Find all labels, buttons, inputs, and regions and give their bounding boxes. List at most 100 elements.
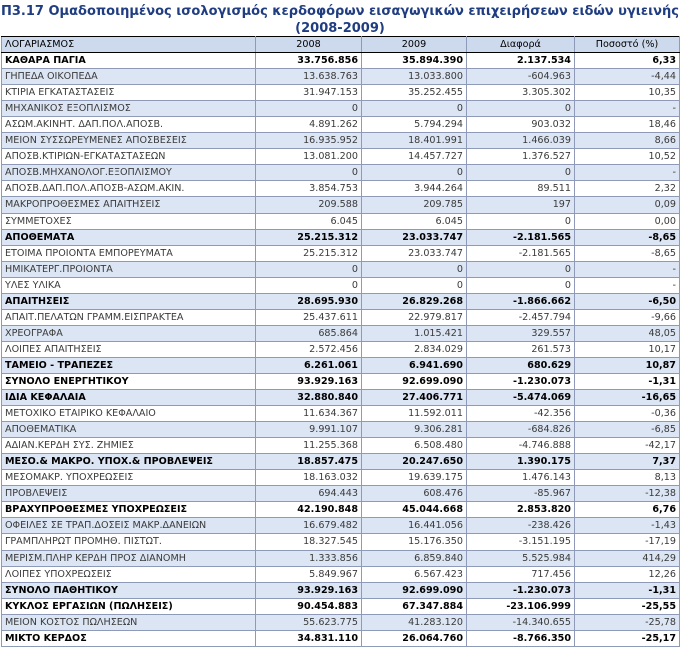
percentage-cell: 48,05	[574, 324, 680, 342]
table-row: ΗΜΙΚΑΤΕΡΓ.ΠΡΟΙΟΝΤΑ 0 0 0-	[1, 260, 680, 278]
value-2008-cell: 6.045	[255, 212, 362, 230]
percentage-cell: -9,66	[574, 308, 680, 326]
account-cell: ΑΠΑΙΤΗΣΕΙΣ	[1, 292, 256, 310]
account-cell: ΒΡΑΧΥΠΡΟΘΕΣΜΕΣ ΥΠΟΧΡΕΩΣΕΙΣ	[1, 501, 256, 519]
value-2008-cell: 16.935.952	[255, 132, 362, 150]
account-cell: ΛΟΙΠΕΣ ΑΠΑΙΤΗΣΕΙΣ	[1, 340, 256, 358]
value-2009-cell: 41.283.120	[361, 613, 467, 631]
account-cell: ΓΡΑΜΠΛΗΡΩΤ ΠΡΟΜΗΘ. ΠΙΣΤΩΤ.	[1, 533, 256, 551]
value-2008-cell: 34.831.110	[255, 629, 362, 647]
difference-cell: 0	[466, 276, 575, 294]
percentage-cell: -25,17	[574, 629, 680, 647]
percentage-cell: -25,55	[574, 597, 680, 615]
value-2008-cell: 28.695.930	[255, 292, 362, 310]
value-2009-cell: 19.639.175	[361, 469, 467, 487]
value-2008-cell: 55.623.775	[255, 613, 362, 631]
value-2009-cell: 23.033.747	[361, 244, 467, 262]
value-2008-cell: 4.891.262	[255, 116, 362, 134]
value-2008-cell: 16.679.482	[255, 517, 362, 535]
percentage-cell: -	[574, 276, 680, 294]
percentage-cell: 12,26	[574, 565, 680, 583]
table-row: ΜΕΙΟΝ ΣΥΣΣΩΡΕΥΜΕΝΕΣ ΑΠΟΣΒΕΣΕΙΣ 16.935.952…	[1, 132, 680, 150]
value-2008-cell: 685.864	[255, 324, 362, 342]
table-row: ΑΠΑΙΤ.ΠΕΛΑΤΩΝ ΓΡΑΜΜ.ΕΙΣΠΡΑΚΤΕΑ 25.437.611…	[1, 308, 680, 326]
value-2008-cell: 18.163.032	[255, 469, 362, 487]
value-2008-cell: 33.756.856	[255, 52, 362, 70]
value-2008-cell: 0	[255, 276, 362, 294]
value-2008-cell: 0	[255, 100, 362, 118]
table-row: ΜΕΣΟΜΑΚΡ. ΥΠΟΧΡΕΩΣΕΙΣ 18.163.032 19.639.17…	[1, 469, 680, 487]
percentage-cell: 6,33	[574, 52, 680, 70]
value-2009-cell: 6.508.480	[361, 437, 467, 455]
percentage-cell: -8,65	[574, 244, 680, 262]
table-row: ΑΠΑΙΤΗΣΕΙΣ 28.695.930 26.829.268 -1.866.662…	[1, 292, 680, 310]
percentage-cell: 414,29	[574, 549, 680, 567]
table-row: ΑΔΙΑΝ.ΚΕΡΔΗ ΣΥΣ. ΖΗΜΙΕΣ 11.255.368 6.508.4…	[1, 437, 680, 455]
percentage-cell: -	[574, 100, 680, 118]
difference-cell: -604.963	[466, 68, 575, 86]
table-row: ΟΦΕΙΛΕΣ ΣΕ ΤΡΑΠ.ΔΟΣΕΙΣ ΜΑΚΡ.ΔΑΝΕΙΩΝ 16.67…	[1, 517, 680, 535]
value-2008-cell: 1.333.856	[255, 549, 362, 567]
value-2009-cell: 9.306.281	[361, 421, 467, 439]
account-cell: ΥΛΕΣ ΥΛΙΚΑ	[1, 276, 256, 294]
header-row: ΛΟΓΑΡΙΑΣΜΟΣ 2008 2009 Διαφορά Ποσοστό (%…	[1, 35, 680, 54]
value-2009-cell: 20.247.650	[361, 453, 467, 471]
value-2008-cell: 18.857.475	[255, 453, 362, 471]
table-row: ΑΠΟΘΕΜΑΤΑ 25.215.312 23.033.747 -2.181.565-…	[1, 228, 680, 246]
difference-cell: -8.766.350	[466, 629, 575, 647]
account-cell: ΑΣΩΜ.ΑΚΙΝΗΤ. ΔΑΠ.ΠΟΛ.ΑΠΟΣΒ.	[1, 116, 256, 134]
account-cell: ΚΑΘΑΡΑ ΠΑΓΙΑ	[1, 52, 256, 70]
difference-cell: -85.967	[466, 485, 575, 503]
difference-cell: 5.525.984	[466, 549, 575, 567]
account-cell: ΑΔΙΑΝ.ΚΕΡΔΗ ΣΥΣ. ΖΗΜΙΕΣ	[1, 437, 256, 455]
difference-cell: 903.032	[466, 116, 575, 134]
table-row: ΜΕΡΙΣΜ.ΠΛΗΡ ΚΕΡΔΗ ΠΡΟΣ ΔΙΑΝΟΜΗ 1.333.856 6…	[1, 549, 680, 567]
percentage-cell: -4,44	[574, 68, 680, 86]
header-percentage: Ποσοστό (%)	[574, 35, 680, 54]
percentage-cell: 8,66	[574, 132, 680, 150]
table-body: ΚΑΘΑΡΑ ΠΑΓΙΑ 33.756.856 35.894.390 2.137.53…	[1, 52, 680, 647]
value-2009-cell: 6.859.840	[361, 549, 467, 567]
value-2009-cell: 27.406.771	[361, 389, 467, 407]
difference-cell: -1.866.662	[466, 292, 575, 310]
value-2009-cell: 26.829.268	[361, 292, 467, 310]
account-cell: ΑΠΑΙΤ.ΠΕΛΑΤΩΝ ΓΡΑΜΜ.ΕΙΣΠΡΑΚΤΕΑ	[1, 308, 256, 326]
table-row: ΕΤΟΙΜΑ ΠΡΟΙΟΝΤΑ ΕΜΠΟΡΕΥΜΑΤΑ 25.215.312 23.…	[1, 244, 680, 262]
account-cell: ΑΠΟΣΒ.ΔΑΠ.ΠΟΛ.ΑΠΟΣΒ-ΑΣΩΜ.ΑΚΙΝ.	[1, 180, 256, 198]
account-cell: ΜΕΤΟΧΙΚΟ ΕΤΑΙΡΙΚΟ ΚΕΦΑΛΑΙΟ	[1, 405, 256, 423]
value-2009-cell: 6.045	[361, 212, 467, 230]
difference-cell: 1.466.039	[466, 132, 575, 150]
difference-cell: -23.106.999	[466, 597, 575, 615]
value-2008-cell: 5.849.967	[255, 565, 362, 583]
table-row: ΜΙΚΤΟ ΚΕΡΔΟΣ 34.831.110 26.064.760 -8.766.3…	[1, 629, 680, 647]
table-row: ΜΕΙΟΝ ΚΟΣΤΟΣ ΠΩΛΗΣΕΩΝ 55.623.775 41.283.12…	[1, 613, 680, 631]
value-2008-cell: 25.215.312	[255, 244, 362, 262]
difference-cell: -14.340.655	[466, 613, 575, 631]
title-line-2: (2008-2009)	[295, 21, 385, 36]
value-2009-cell: 0	[361, 276, 467, 294]
account-cell: ΑΠΟΘΕΜΑΤΑ	[1, 228, 256, 246]
difference-cell: 197	[466, 196, 575, 214]
difference-cell: -2.457.794	[466, 308, 575, 326]
difference-cell: 1.376.527	[466, 148, 575, 166]
table-row: ΑΠΟΣΒ.ΚΤΙΡΙΩΝ-ΕΓΚΑΤΑΣΤΑΣΕΩΝ 13.081.200 14.…	[1, 148, 680, 166]
table-row: ΜΕΤΟΧΙΚΟ ΕΤΑΙΡΙΚΟ ΚΕΦΑΛΑΙΟ 11.634.367 11.5…	[1, 405, 680, 423]
difference-cell: 89.511	[466, 180, 575, 198]
table-row: ΒΡΑΧΥΠΡΟΘΕΣΜΕΣ ΥΠΟΧΡΕΩΣΕΙΣ 42.190.848 45.0…	[1, 501, 680, 519]
table-row: ΜΕΣΟ.& ΜΑΚΡΟ. ΥΠΟΧ.& ΠΡΟΒΛΕΨΕΙΣ 18.857.47…	[1, 453, 680, 471]
value-2009-cell: 45.044.668	[361, 501, 467, 519]
table-row: ΓΡΑΜΠΛΗΡΩΤ ΠΡΟΜΗΘ. ΠΙΣΤΩΤ. 18.327.545 15.1…	[1, 533, 680, 551]
difference-cell: 1.390.175	[466, 453, 575, 471]
table-row: ΛΟΙΠΕΣ ΑΠΑΙΤΗΣΕΙΣ 2.572.456 2.834.029 261.5…	[1, 340, 680, 358]
table-row: ΤΑΜΕΙΟ - ΤΡΑΠΕΖΕΣ 6.261.061 6.941.690 680.6…	[1, 356, 680, 374]
value-2009-cell: 67.347.884	[361, 597, 467, 615]
difference-cell: -3.151.195	[466, 533, 575, 551]
table-row: ΑΠΟΣΒ.ΔΑΠ.ΠΟΛ.ΑΠΟΣΒ-ΑΣΩΜ.ΑΚΙΝ. 3.854.753 3…	[1, 180, 680, 198]
difference-cell: -1.230.073	[466, 372, 575, 391]
value-2009-cell: 0	[361, 100, 467, 118]
account-cell: ΜΗΧΑΝΙΚΟΣ ΕΞΟΠΛΙΣΜΟΣ	[1, 100, 256, 118]
value-2009-cell: 11.592.011	[361, 405, 467, 423]
difference-cell: 1.476.143	[466, 469, 575, 487]
percentage-cell: 6,76	[574, 501, 680, 519]
value-2009-cell: 3.944.264	[361, 180, 467, 198]
